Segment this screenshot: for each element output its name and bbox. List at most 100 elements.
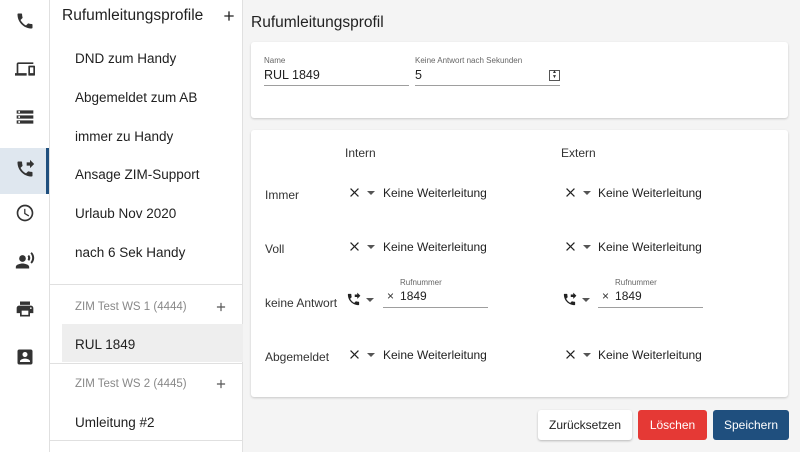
intern-target-value: Keine Weiterleitung xyxy=(383,348,487,362)
close-icon xyxy=(347,185,362,200)
column-header-extern: Extern xyxy=(561,146,596,160)
add-group-profile-button[interactable] xyxy=(212,375,230,393)
nav-time[interactable] xyxy=(0,192,49,238)
caret-down-icon xyxy=(362,350,376,360)
printer-icon xyxy=(15,299,35,324)
reset-button[interactable]: Zurücksetzen xyxy=(538,410,632,440)
storage-icon xyxy=(15,107,35,132)
close-icon xyxy=(347,347,362,362)
intern-target-value: Keine Weiterleitung xyxy=(383,240,487,254)
intern-type-select[interactable] xyxy=(346,292,375,307)
group-header-ws1: ZIM Test WS 1 (4444) xyxy=(75,298,230,316)
profile-list: Rufumleitungsprofile DND zum Handy Abgem… xyxy=(50,0,280,452)
profile-item[interactable]: Abgemeldet zum AB xyxy=(75,90,197,105)
caret-down-icon xyxy=(578,188,592,198)
group-label: ZIM Test WS 1 (4444) xyxy=(75,301,187,313)
list-divider xyxy=(50,284,243,285)
profile-item-selected[interactable]: RUL 1849 xyxy=(75,337,135,352)
close-icon xyxy=(347,239,362,254)
caret-down-icon xyxy=(362,188,376,198)
profile-item[interactable]: Umleitung #2 xyxy=(75,415,155,430)
intern-number-field: Rufnummer × 1849 xyxy=(383,278,488,312)
intern-target-value: Keine Weiterleitung xyxy=(383,186,487,200)
page-title: Rufumleitungsprofil xyxy=(251,14,384,31)
group-label: ZIM Test WS 2 (4445) xyxy=(75,378,187,390)
caret-down-icon xyxy=(361,295,375,305)
delete-button[interactable]: Löschen xyxy=(638,410,707,440)
row-label-voll: Voll xyxy=(265,242,285,256)
extern-target-select[interactable] xyxy=(563,347,592,362)
list-divider xyxy=(50,440,243,441)
nav-devices[interactable] xyxy=(0,48,49,94)
extern-number-field: Rufnummer × 1849 xyxy=(598,278,703,312)
row-label-abgemeldet: Abgemeldet xyxy=(265,350,330,364)
extern-type-select[interactable] xyxy=(562,292,591,307)
nav-voice[interactable] xyxy=(0,240,49,286)
timeout-label: Keine Antwort nach Sekunden xyxy=(415,56,523,65)
add-group-profile-button[interactable] xyxy=(212,298,230,316)
list-divider xyxy=(50,363,243,364)
nav-rail xyxy=(0,0,50,452)
profile-general-card: Name RUL 1849 Keine Antwort nach Sekunde… xyxy=(251,42,788,118)
phone-forward-icon xyxy=(15,159,35,184)
timeout-value: 5 xyxy=(415,68,422,82)
close-icon xyxy=(563,347,578,362)
phone-forward-icon xyxy=(562,292,577,307)
clear-icon[interactable]: × xyxy=(387,289,394,303)
extern-target-select[interactable] xyxy=(563,185,592,200)
nav-phone[interactable] xyxy=(0,0,49,46)
intern-number-label: Rufnummer xyxy=(400,278,442,287)
forwarding-rules-card: Intern Extern Immer Keine Weiterleitung … xyxy=(251,130,788,397)
clear-icon[interactable]: × xyxy=(602,289,609,303)
extern-number-label: Rufnummer xyxy=(615,278,657,287)
group-header-ws2: ZIM Test WS 2 (4445) xyxy=(75,375,230,393)
nav-call-forwarding[interactable] xyxy=(0,148,49,194)
caret-down-icon xyxy=(577,295,591,305)
save-button[interactable]: Speichern xyxy=(713,410,789,440)
close-icon xyxy=(563,239,578,254)
profile-item[interactable]: DND zum Handy xyxy=(75,51,176,66)
profile-item[interactable]: nach 6 Sek Handy xyxy=(75,245,185,260)
plus-icon xyxy=(216,379,226,389)
intern-number-input[interactable]: × 1849 xyxy=(383,289,488,308)
timeout-field-group: Keine Antwort nach Sekunden 5 ▲ ▼ xyxy=(415,56,560,86)
caret-down-icon xyxy=(578,350,592,360)
extern-target-value: Keine Weiterleitung xyxy=(598,348,702,362)
name-field-group: Name RUL 1849 xyxy=(264,56,409,86)
name-value: RUL 1849 xyxy=(264,68,320,82)
clock-icon xyxy=(15,203,35,228)
spinner-icon[interactable]: ▲ ▼ xyxy=(549,69,560,81)
intern-number-value: 1849 xyxy=(400,289,427,303)
caret-down-icon xyxy=(578,242,592,252)
profile-item[interactable]: Ansage ZIM-Support xyxy=(75,167,200,182)
profile-list-title: Rufumleitungsprofile xyxy=(62,7,204,24)
name-input[interactable]: RUL 1849 xyxy=(264,68,409,86)
contact-icon xyxy=(15,347,35,372)
nav-storage[interactable] xyxy=(0,96,49,142)
profile-editor: Rufumleitungsprofil Name RUL 1849 Keine … xyxy=(243,0,800,452)
intern-target-select[interactable] xyxy=(347,347,376,362)
extern-target-select[interactable] xyxy=(563,239,592,254)
row-label-keine-antwort: keine Antwort xyxy=(265,296,338,310)
phone-icon xyxy=(15,11,35,36)
intern-target-select[interactable] xyxy=(347,239,376,254)
profile-item[interactable]: immer zu Handy xyxy=(75,129,173,144)
phone-forward-icon xyxy=(346,292,361,307)
nav-print[interactable] xyxy=(0,288,49,334)
extern-number-input[interactable]: × 1849 xyxy=(598,289,703,308)
nav-contacts[interactable] xyxy=(0,336,49,382)
intern-target-select[interactable] xyxy=(347,185,376,200)
devices-icon xyxy=(14,59,35,84)
close-icon xyxy=(563,185,578,200)
profile-list-header: Rufumleitungsprofile xyxy=(62,6,238,26)
extern-number-value: 1849 xyxy=(615,289,642,303)
voice-icon xyxy=(15,251,35,276)
plus-icon xyxy=(224,11,234,21)
profile-item[interactable]: Urlaub Nov 2020 xyxy=(75,206,176,221)
caret-down-icon xyxy=(362,242,376,252)
timeout-input[interactable]: 5 ▲ ▼ xyxy=(415,68,560,86)
add-profile-button[interactable] xyxy=(220,7,238,25)
extern-target-value: Keine Weiterleitung xyxy=(598,186,702,200)
plus-icon xyxy=(216,302,226,312)
name-label: Name xyxy=(264,56,286,65)
